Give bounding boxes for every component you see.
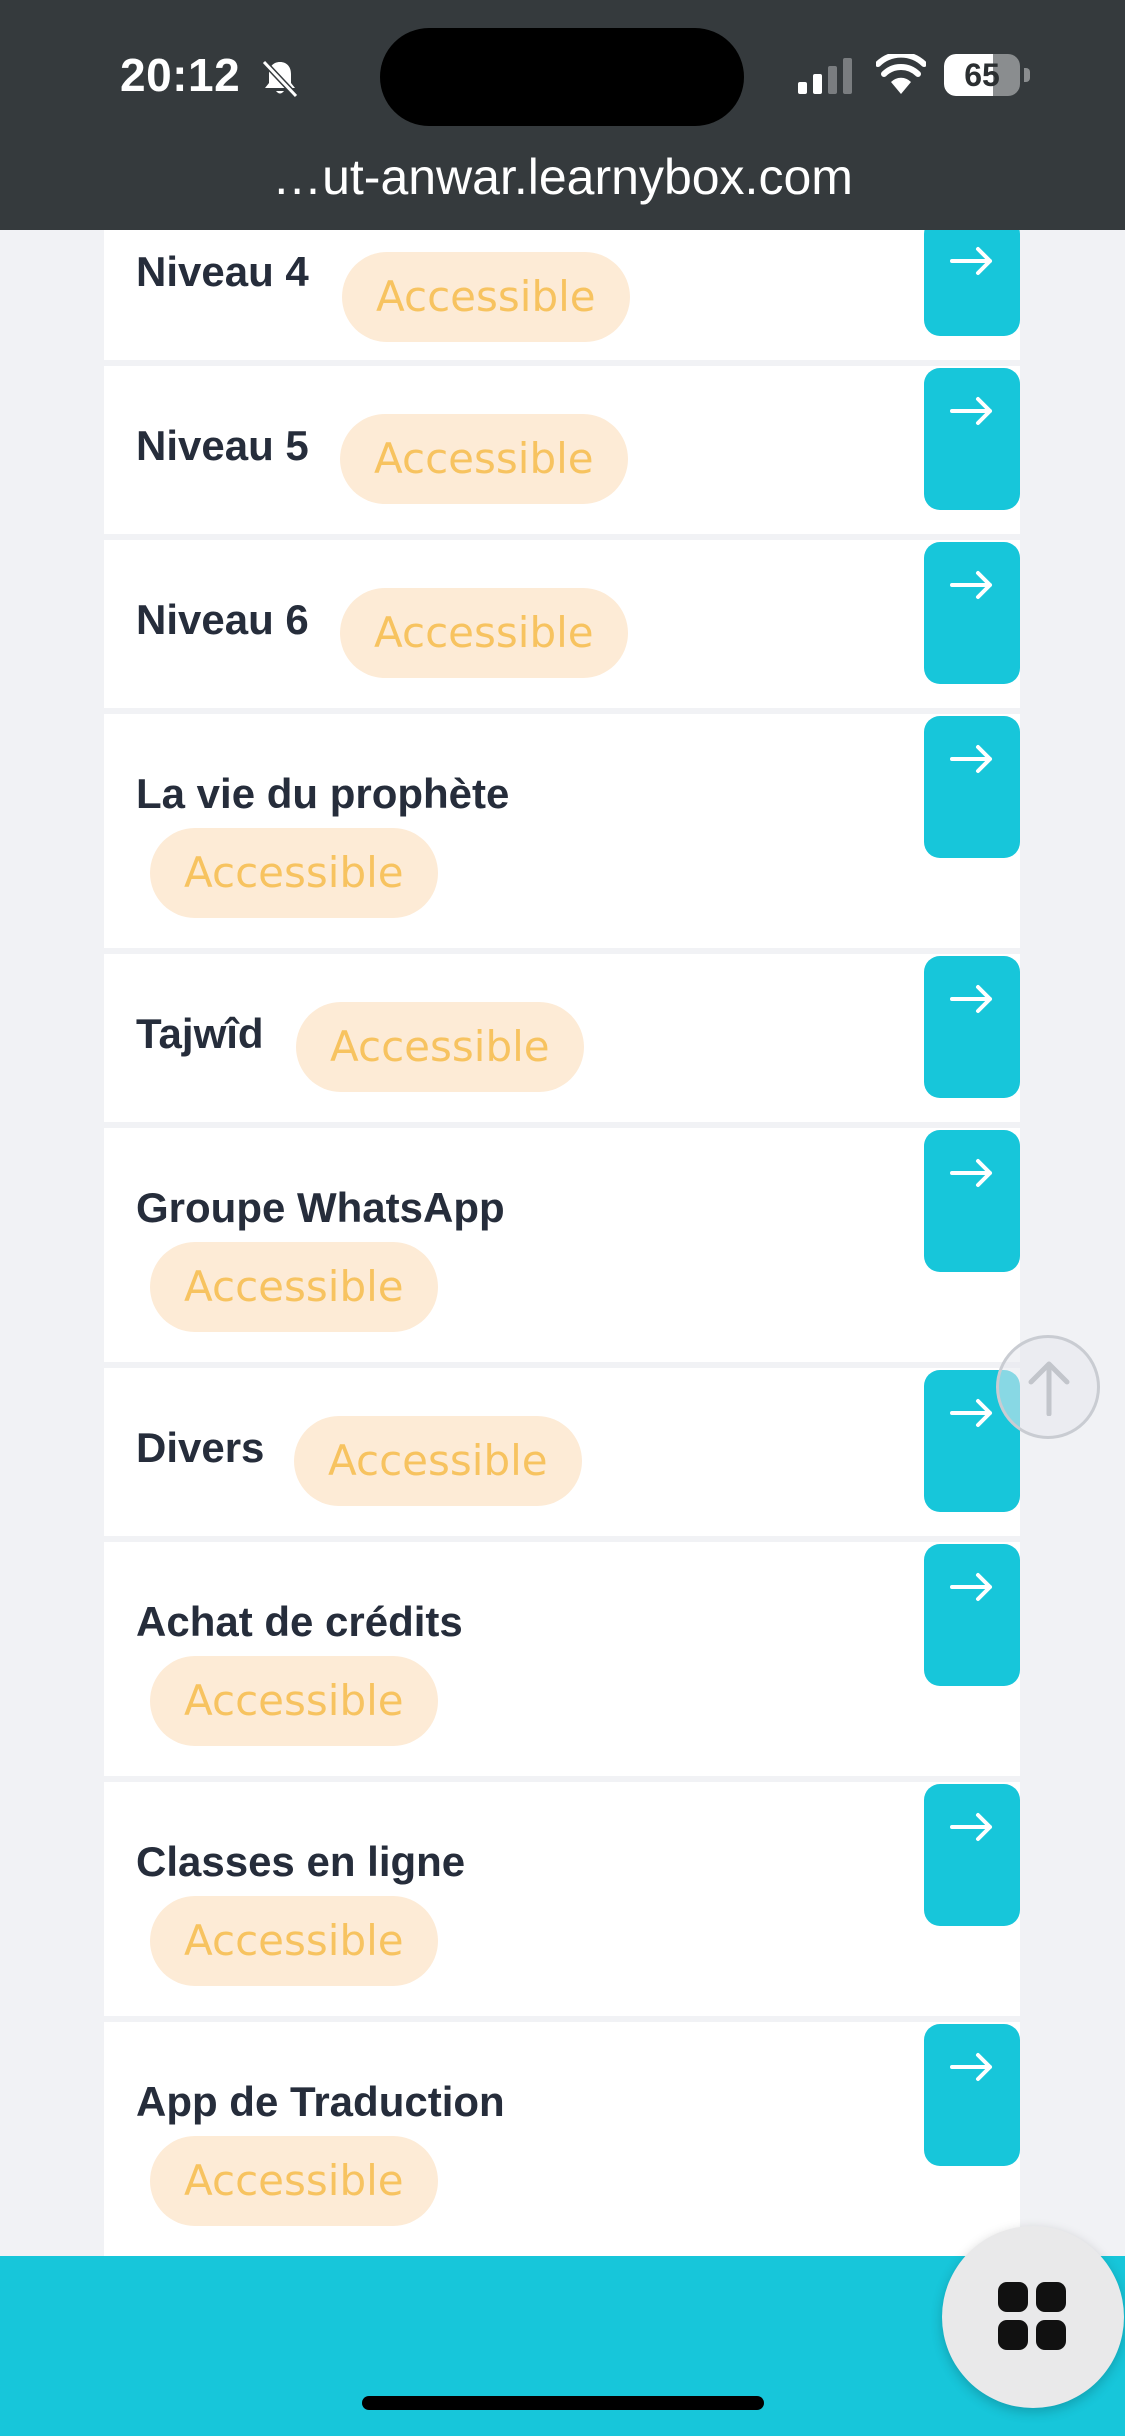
bell-slash-icon: [261, 59, 299, 99]
module-title: Achat de crédits: [136, 1598, 463, 1645]
arrow-right-icon: [950, 745, 992, 773]
arrow-right-icon: [950, 397, 992, 425]
module-card[interactable]: Achat de crédits Accessible: [104, 1542, 1020, 1776]
arrow-right-icon: [950, 1813, 992, 1841]
status-badge: Accessible: [150, 2136, 438, 2226]
arrow-right-icon: [950, 985, 992, 1013]
module-title: Niveau 5: [136, 422, 309, 469]
module-card[interactable]: Divers Accessible: [104, 1368, 1020, 1536]
module-card[interactable]: Niveau 6 Accessible: [104, 540, 1020, 708]
module-title: Niveau 4: [136, 248, 309, 295]
status-badge: Accessible: [294, 1416, 582, 1506]
open-module-button[interactable]: [924, 956, 1020, 1098]
module-title: Niveau 6: [136, 596, 309, 643]
open-module-button[interactable]: [924, 542, 1020, 684]
module-title: Tajwîd: [136, 1010, 264, 1057]
module-card[interactable]: Niveau 4 Accessible: [104, 218, 1020, 360]
module-card[interactable]: Niveau 5 Accessible: [104, 366, 1020, 534]
grid-icon: [998, 2282, 1066, 2350]
status-badge: Accessible: [296, 1002, 584, 1092]
arrow-right-icon: [950, 571, 992, 599]
module-card[interactable]: Groupe WhatsApp Accessible: [104, 1128, 1020, 1362]
status-badge: Accessible: [150, 1242, 438, 1332]
open-module-button[interactable]: [924, 1544, 1020, 1686]
open-module-button[interactable]: [924, 368, 1020, 510]
status-badge: Accessible: [340, 414, 628, 504]
module-card[interactable]: Tajwîd Accessible: [104, 954, 1020, 1122]
module-card[interactable]: La vie du prophète Accessible: [104, 714, 1020, 948]
battery-icon: 65: [944, 54, 1030, 96]
home-indicator[interactable]: [362, 2396, 764, 2410]
module-title: Classes en ligne: [136, 1838, 466, 1885]
arrow-right-icon: [950, 2053, 992, 2081]
module-title: La vie du prophète: [136, 770, 510, 817]
arrow-right-icon: [950, 1573, 992, 1601]
status-badge: Accessible: [340, 588, 628, 678]
open-module-button[interactable]: [924, 1784, 1020, 1926]
module-title: Divers: [136, 1424, 265, 1471]
address-bar-url[interactable]: …ut-anwar.learnybox.com: [0, 148, 1125, 206]
status-badge: Accessible: [150, 1656, 438, 1746]
dynamic-island: [380, 28, 744, 126]
status-badge: Accessible: [150, 828, 438, 918]
browser-top-bar: 20:12 65 …ut-anwar.learnybox.com: [0, 0, 1125, 230]
arrow-right-icon: [950, 1399, 992, 1427]
wifi-icon: [876, 54, 926, 94]
status-badge: Accessible: [342, 252, 630, 342]
arrow-right-icon: [950, 247, 992, 275]
signal-icon: [798, 58, 852, 94]
open-module-button[interactable]: [924, 2024, 1020, 2166]
battery-level: 65: [964, 57, 1000, 93]
arrow-up-icon: [1028, 1361, 1070, 1416]
open-module-button[interactable]: [924, 1130, 1020, 1272]
open-module-button[interactable]: [924, 218, 1020, 336]
module-card[interactable]: App de Traduction Accessible: [104, 2022, 1020, 2262]
status-time: 20:12: [120, 49, 241, 101]
arrow-right-icon: [950, 1159, 992, 1187]
open-module-button[interactable]: [924, 716, 1020, 858]
status-badge: Accessible: [150, 1896, 438, 1986]
module-title: Groupe WhatsApp: [136, 1184, 505, 1231]
apps-menu-button[interactable]: [942, 2226, 1124, 2408]
scroll-to-top-button[interactable]: [996, 1335, 1100, 1439]
module-title: App de Traduction: [136, 2078, 505, 2125]
module-card[interactable]: Classes en ligne Accessible: [104, 1782, 1020, 2016]
